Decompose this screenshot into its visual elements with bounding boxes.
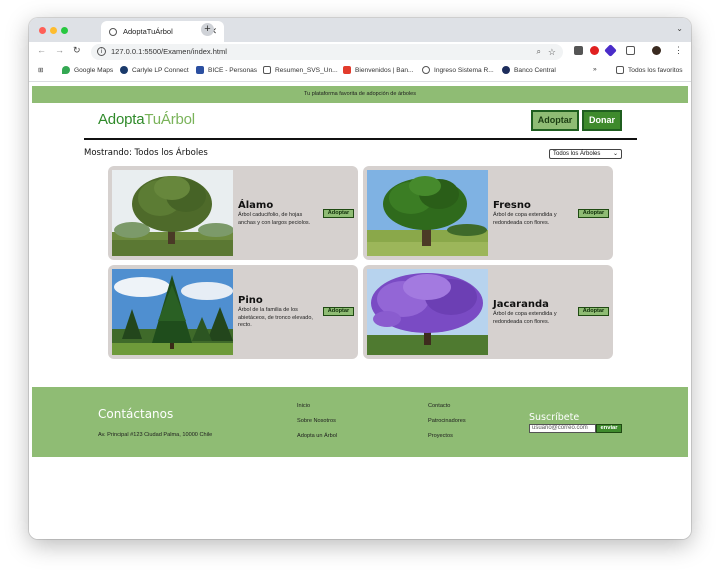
site-footer: Contáctanos Av. Principal #123 Ciudad Pa… (32, 387, 688, 457)
tab-strip: AdoptaTuÁrbol ✕ + ⌄ (29, 18, 691, 42)
zoom-icon[interactable]: ⌕ (537, 44, 541, 60)
tree-name: Pino (238, 295, 263, 306)
reload-icon[interactable]: ↻ (73, 45, 81, 56)
bookmark-resumen[interactable]: Resumen_SVS_Un... (263, 66, 338, 74)
footer-link-sobre-nosotros[interactable]: Sobre Nosotros (297, 418, 336, 424)
tree-name: Jacaranda (493, 299, 549, 310)
tree-description: Árbol de copa extendida y redondeada con… (493, 311, 557, 325)
footer-address: Av. Principal #123 Ciudad Palma, 10000 C… (98, 432, 213, 438)
browser-window: AdoptaTuÁrbol ✕ + ⌄ ← → ↻ i 127.0.0.1:55… (29, 18, 691, 539)
maximize-window-button[interactable] (61, 27, 68, 34)
avatar[interactable] (652, 46, 661, 55)
footer-link-adopta[interactable]: Adopta un Árbol (297, 433, 337, 439)
kebab-menu-icon[interactable]: ⋮ (674, 45, 683, 56)
email-field[interactable]: usuario@correo.com (529, 424, 596, 433)
web-page: Tu plataforma favorita de adopción de ár… (29, 83, 691, 539)
adopt-pino-button[interactable]: Adoptar (323, 307, 354, 316)
footer-link-contacto[interactable]: Contacto (428, 403, 450, 409)
folder-icon (616, 66, 624, 74)
top-banner: Tu plataforma favorita de adopción de ár… (32, 86, 688, 103)
tree-card-jacaranda: Jacaranda Árbol de copa extendida y redo… (363, 265, 613, 359)
site-info-icon[interactable]: i (97, 47, 106, 56)
send-button[interactable]: enviar (596, 424, 622, 433)
footer-link-inicio[interactable]: Inicio (297, 403, 310, 409)
bookmark-star-icon[interactable]: ☆ (548, 44, 556, 60)
globe-icon (422, 66, 430, 74)
forward-arrow-icon[interactable]: → (55, 45, 64, 55)
document-icon (263, 66, 271, 74)
bookmark-google-maps[interactable]: Google Maps (62, 66, 113, 74)
opera-icon[interactable] (590, 46, 599, 55)
tree-name: Fresno (493, 200, 531, 211)
tree-card-fresno: Fresno Árbol de copa extendida y redonde… (363, 166, 613, 260)
bice-icon (196, 66, 204, 74)
showing-label: Mostrando: Todos los Árboles (84, 148, 208, 158)
chevron-down-icon: ⌄ (612, 151, 618, 157)
tab-search-chevron-icon[interactable]: ⌄ (676, 24, 683, 33)
tree-card-alamo: Álamo Árbol caducifolio, de hojas anchas… (108, 166, 358, 260)
close-window-button[interactable] (39, 27, 46, 34)
globe-icon (109, 27, 117, 36)
adoptar-nav-button[interactable]: Adoptar (531, 110, 579, 131)
tree-description: Árbol de copa extendida y redondeada con… (493, 212, 557, 226)
bookmark-bienvenidos[interactable]: Bienvenidos | Ban... (343, 66, 414, 74)
pino-photo (112, 269, 233, 355)
bookmark-carlyle[interactable]: Carlyle LP Connect (120, 66, 189, 74)
site-logo[interactable]: AdoptaTuÁrbol (98, 111, 195, 128)
donar-nav-button[interactable]: Donar (582, 110, 622, 131)
footer-link-proyectos[interactable]: Proyectos (428, 433, 453, 439)
header-divider (84, 138, 637, 140)
subscribe-title: Suscríbete (529, 412, 580, 423)
apps-grid-icon[interactable]: ⊞ (38, 66, 44, 74)
bookmark-ingreso[interactable]: Ingreso Sistema R... (422, 66, 494, 74)
extension-icon[interactable] (574, 46, 583, 55)
tree-name: Álamo (238, 200, 274, 211)
adopt-jacaranda-button[interactable]: Adoptar (578, 307, 609, 316)
url-text: 127.0.0.1:5500/Examen/index.html (111, 47, 227, 56)
tree-card-pino: Pino Árbol de la familia de los abietáce… (108, 265, 358, 359)
bank-icon (343, 66, 351, 74)
bookmarks-bar: ⊞ Google Maps Carlyle LP Connect BICE - … (29, 62, 691, 82)
footer-title: Contáctanos (98, 407, 174, 421)
tree-description: Árbol caducifolio, de hojas anchas y con… (238, 212, 311, 226)
more-bookmarks-icon[interactable]: » (593, 66, 597, 73)
bookmark-banco-central[interactable]: Banco Central (502, 66, 556, 74)
alamo-photo (112, 170, 233, 256)
footer-link-patrocinadores[interactable]: Patrocinadores (428, 418, 466, 424)
fresno-photo (367, 170, 488, 256)
adopt-alamo-button[interactable]: Adoptar (323, 209, 354, 218)
address-bar[interactable]: i 127.0.0.1:5500/Examen/index.html ⌕ ☆ (91, 44, 563, 60)
map-pin-icon (62, 66, 70, 74)
jacaranda-photo (367, 269, 488, 355)
tree-filter-select[interactable]: Todos los Árboles ⌄ (549, 149, 622, 159)
banco-central-icon (502, 66, 510, 74)
browser-toolbar: ← → ↻ i 127.0.0.1:5500/Examen/index.html… (29, 42, 691, 62)
all-bookmarks-folder[interactable]: Todos los favoritos (616, 66, 683, 74)
carlyle-icon (120, 66, 128, 74)
back-arrow-icon[interactable]: ← (37, 45, 46, 55)
bookmark-bice[interactable]: BICE - Personas (196, 66, 257, 74)
adopt-fresno-button[interactable]: Adoptar (578, 209, 609, 218)
minimize-window-button[interactable] (50, 27, 57, 34)
new-tab-button[interactable]: + (201, 23, 214, 36)
puzzle-icon[interactable] (626, 46, 635, 55)
tab-title: AdoptaTuÁrbol (123, 27, 173, 36)
tree-description: Árbol de la familia de los abietáceos, d… (238, 307, 313, 328)
extension-gem-icon[interactable] (604, 44, 617, 57)
